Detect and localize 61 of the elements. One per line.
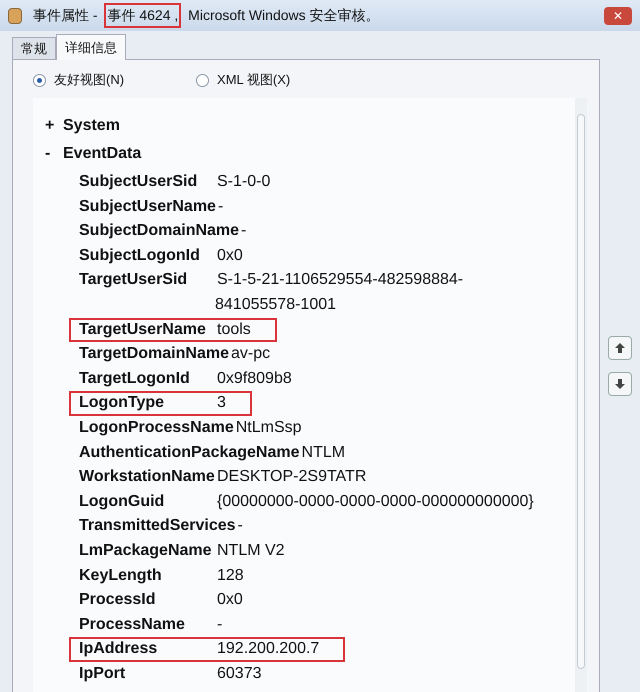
field-value: 0x0	[217, 590, 243, 610]
field-value: NtLmSsp	[236, 418, 302, 438]
field-value: 0x0	[217, 246, 243, 266]
close-button[interactable]: ✕	[604, 6, 632, 24]
field-value: NTLM V2	[217, 540, 285, 561]
field-value: 192.200.200.7	[217, 639, 320, 660]
field-name: IpAddress	[79, 639, 158, 660]
field-name: KeyLength	[79, 566, 163, 586]
radio-label: 友好视图(N)	[54, 71, 124, 90]
field-value: -	[218, 196, 224, 217]
field-name: WorkstationName	[79, 467, 215, 488]
window-title: Microsoft Windows 安全审核。	[187, 6, 381, 25]
field-value: {00000000-0000-0000-0000-000000000000}	[217, 492, 534, 512]
field-name: SubjectLogonId	[79, 246, 201, 266]
field-name: SubjectUserName	[79, 196, 216, 217]
field-value: 0x9f809b8	[217, 368, 292, 389]
field-value: -	[241, 221, 246, 242]
field-name: IpPort	[79, 664, 126, 684]
scrollbar[interactable]	[575, 98, 587, 692]
field-name: LogonGuid	[79, 492, 166, 512]
field-name: TargetLogonId	[79, 368, 191, 389]
field-name: AuthenticationPackageName	[79, 442, 300, 463]
tab[interactable]: 常规	[12, 37, 56, 59]
tree-node[interactable]: System	[63, 114, 120, 139]
field-name: SubjectUserSid	[79, 172, 198, 192]
expand-toggle[interactable]: +	[45, 114, 63, 139]
field-name: TargetUserSid	[79, 270, 188, 290]
arrow-up-icon	[614, 342, 626, 354]
app-icon	[8, 8, 22, 24]
field-value: 60373	[217, 664, 262, 684]
field-name: LogonProcessName	[79, 418, 234, 438]
field-name: ProcessName	[79, 614, 186, 635]
field-value: av-pc	[230, 344, 270, 364]
field-value: NTLM	[302, 442, 346, 463]
field-name: TargetDomainName	[79, 344, 229, 364]
window-title: 事件 4624 ,	[104, 3, 182, 28]
field-value: 3	[217, 393, 226, 414]
field-value: 128	[217, 566, 244, 586]
field-value: 841055578-1001	[215, 294, 338, 315]
field-name: LmPackageName	[79, 540, 213, 561]
radio-button[interactable]	[196, 74, 210, 86]
tree-node[interactable]: EventData	[63, 142, 142, 167]
field-name: ProcessId	[79, 590, 156, 610]
arrow-up-button[interactable]	[608, 336, 632, 360]
radio-label: XML 视图(X)	[217, 71, 290, 90]
field-value: -	[217, 614, 222, 635]
field-name: TargetUserName	[79, 320, 207, 340]
field-name: TransmittedServices	[79, 516, 236, 536]
field-value: S-1-5-21-1106529554-482598884-	[217, 270, 464, 290]
field-value: DESKTOP-2S9TATR	[217, 467, 366, 488]
field-value: S-1-0-0	[217, 172, 270, 192]
window-title: 事件属性 -	[32, 6, 99, 25]
expand-toggle[interactable]: -	[45, 142, 63, 167]
arrow-down-button[interactable]	[608, 372, 632, 396]
field-value: -	[238, 516, 243, 536]
field-name: LogonType	[79, 393, 166, 414]
arrow-down-icon	[614, 378, 626, 390]
tab[interactable]: 详细信息	[56, 34, 126, 60]
field-name: SubjectDomainName	[79, 221, 240, 242]
field-value: tools	[217, 320, 251, 340]
radio-button[interactable]	[33, 74, 46, 86]
